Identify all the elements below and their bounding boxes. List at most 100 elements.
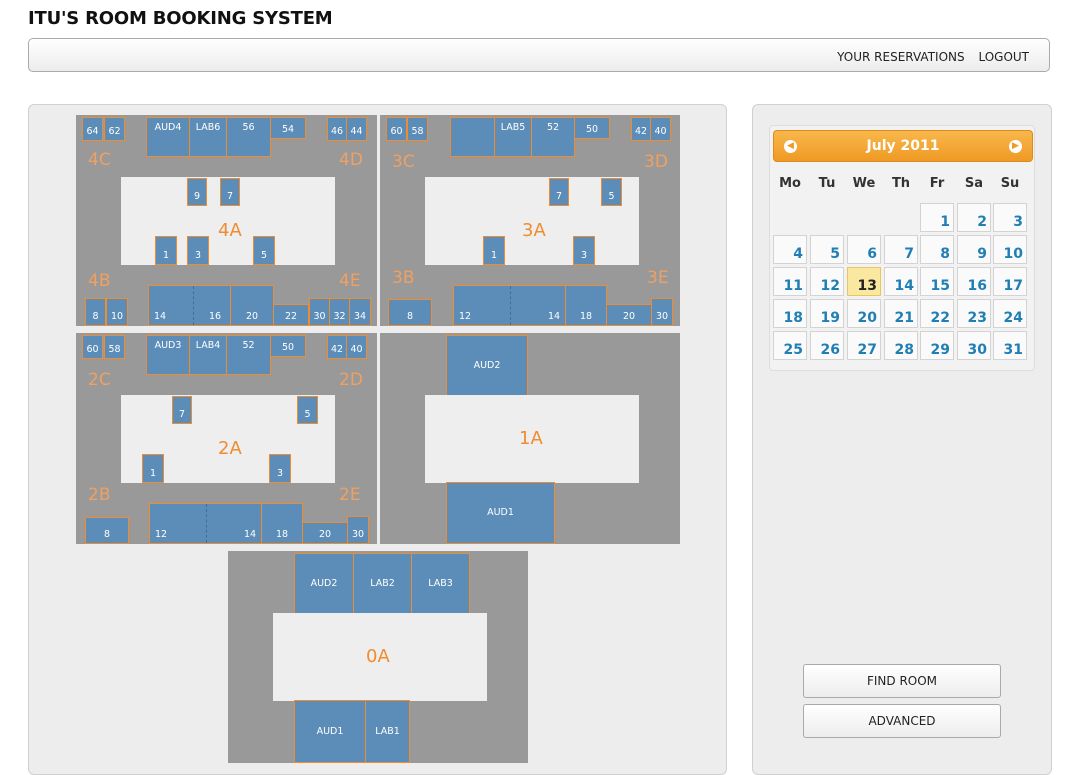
room-4-34[interactable]: 34 — [349, 298, 371, 326]
room-3-50[interactable]: 50 — [574, 117, 610, 139]
room-4-aud4[interactable]: AUD4 — [146, 117, 190, 157]
room-4-30[interactable]: 30 — [309, 298, 330, 326]
room-2-42[interactable]: 42 — [327, 335, 347, 359]
calendar-day-13[interactable]: 13 — [847, 267, 881, 296]
room-2-aud3[interactable]: AUD3 — [146, 335, 190, 375]
room-4-20[interactable]: 20 — [230, 285, 274, 326]
room-2-7[interactable]: 7 — [172, 396, 192, 424]
room-4-14-16[interactable]: 14 16 — [148, 285, 231, 326]
room-3-lab5-block[interactable] — [450, 117, 495, 157]
room-2-12-14[interactable]: 12 14 — [149, 503, 262, 544]
room-4-64[interactable]: 64 — [82, 117, 103, 141]
room-0-aud1[interactable]: AUD1 — [294, 700, 366, 763]
calendar-day-23[interactable]: 23 — [957, 299, 991, 328]
room-2-lab4[interactable]: LAB4 — [189, 335, 227, 375]
room-4-62[interactable]: 62 — [104, 117, 125, 141]
room-3-5[interactable]: 5 — [601, 178, 622, 206]
calendar-day-9[interactable]: 9 — [957, 235, 991, 264]
room-4-8[interactable]: 8 — [85, 298, 106, 326]
room-4-3[interactable]: 3 — [187, 236, 209, 265]
advanced-button[interactable]: ADVANCED — [803, 704, 1001, 738]
room-2-30[interactable]: 30 — [347, 516, 369, 544]
room-3-60[interactable]: 60 — [386, 117, 407, 141]
calendar-day-6[interactable]: 6 — [847, 235, 881, 264]
calendar-day-17[interactable]: 17 — [993, 267, 1027, 296]
room-2-8[interactable]: 8 — [85, 517, 129, 544]
room-3-3[interactable]: 3 — [573, 236, 595, 265]
calendar-day-12[interactable]: 12 — [810, 267, 844, 296]
room-3-12-14[interactable]: 12 14 — [453, 285, 566, 326]
room-3-1[interactable]: 1 — [483, 236, 505, 265]
calendar-day-22[interactable]: 22 — [920, 299, 954, 328]
room-2-60[interactable]: 60 — [82, 335, 103, 359]
room-2-1[interactable]: 1 — [142, 454, 164, 483]
calendar-day-11[interactable]: 11 — [773, 267, 807, 296]
room-3-58[interactable]: 58 — [407, 117, 428, 141]
room-3-52[interactable]: 52 — [531, 117, 575, 157]
room-0-lab3[interactable]: LAB3 — [411, 553, 470, 614]
zone-2d: 2D — [339, 370, 363, 390]
room-3-lab5[interactable]: LAB5 — [494, 117, 532, 157]
chevron-right-icon[interactable]: ▶ — [1009, 140, 1022, 153]
room-2-58[interactable]: 58 — [104, 335, 125, 359]
calendar-day-15[interactable]: 15 — [920, 267, 954, 296]
calendar-day-24[interactable]: 24 — [993, 299, 1027, 328]
room-4-1[interactable]: 1 — [155, 236, 177, 265]
weekday-header-fr: Fr — [929, 176, 945, 191]
room-4-10[interactable]: 10 — [106, 298, 128, 326]
room-4-56[interactable]: 56 — [226, 117, 271, 157]
room-3-7[interactable]: 7 — [549, 178, 569, 206]
calendar-day-4[interactable]: 4 — [773, 235, 807, 264]
room-2-3[interactable]: 3 — [269, 454, 291, 483]
calendar-day-14[interactable]: 14 — [884, 267, 918, 296]
calendar-day-31[interactable]: 31 — [993, 331, 1027, 360]
room-3-18[interactable]: 18 — [565, 285, 607, 326]
room-4-9[interactable]: 9 — [187, 178, 207, 206]
calendar-day-2[interactable]: 2 — [957, 203, 991, 232]
room-2-18[interactable]: 18 — [261, 503, 303, 544]
room-4-5[interactable]: 5 — [253, 236, 275, 265]
calendar-day-28[interactable]: 28 — [884, 331, 918, 360]
room-4-32[interactable]: 32 — [329, 298, 350, 326]
room-4-44[interactable]: 44 — [346, 117, 367, 141]
room-1-aud2[interactable]: AUD2 — [446, 335, 528, 396]
calendar-day-3[interactable]: 3 — [993, 203, 1027, 232]
room-2-40[interactable]: 40 — [346, 335, 367, 359]
calendar-day-18[interactable]: 18 — [773, 299, 807, 328]
calendar-day-10[interactable]: 10 — [993, 235, 1027, 264]
calendar-day-20[interactable]: 20 — [847, 299, 881, 328]
room-4-54[interactable]: 54 — [270, 117, 306, 139]
room-4-7[interactable]: 7 — [220, 178, 240, 206]
room-4-46[interactable]: 46 — [327, 117, 347, 141]
room-0-aud2[interactable]: AUD2 — [294, 553, 354, 614]
calendar-day-29[interactable]: 29 — [920, 331, 954, 360]
find-room-button[interactable]: FIND ROOM — [803, 664, 1001, 698]
calendar-day-5[interactable]: 5 — [810, 235, 844, 264]
room-2-5[interactable]: 5 — [297, 396, 318, 424]
room-4-lab6[interactable]: LAB6 — [189, 117, 227, 157]
room-4-22[interactable]: 22 — [273, 304, 309, 326]
calendar-day-7[interactable]: 7 — [884, 235, 918, 264]
room-1-aud1[interactable]: AUD1 — [446, 482, 555, 544]
calendar-day-30[interactable]: 30 — [957, 331, 991, 360]
calendar-day-25[interactable]: 25 — [773, 331, 807, 360]
logout-link[interactable]: LOGOUT — [978, 50, 1029, 64]
room-3-42[interactable]: 42 — [631, 117, 651, 141]
calendar-day-19[interactable]: 19 — [810, 299, 844, 328]
room-3-8[interactable]: 8 — [388, 299, 432, 326]
calendar-day-16[interactable]: 16 — [957, 267, 991, 296]
room-3-40[interactable]: 40 — [650, 117, 671, 141]
room-0-lab2[interactable]: LAB2 — [353, 553, 412, 614]
room-3-30[interactable]: 30 — [651, 298, 673, 326]
your-reservations-link[interactable]: YOUR RESERVATIONS — [837, 50, 964, 64]
room-2-52[interactable]: 52 — [226, 335, 271, 375]
room-2-20[interactable]: 20 — [302, 522, 348, 544]
calendar-day-27[interactable]: 27 — [847, 331, 881, 360]
room-0-lab1[interactable]: LAB1 — [365, 700, 410, 763]
calendar-day-1[interactable]: 1 — [920, 203, 954, 232]
calendar-day-26[interactable]: 26 — [810, 331, 844, 360]
room-2-50[interactable]: 50 — [270, 335, 306, 357]
room-3-20[interactable]: 20 — [606, 304, 652, 326]
calendar-day-8[interactable]: 8 — [920, 235, 954, 264]
calendar-day-21[interactable]: 21 — [884, 299, 918, 328]
